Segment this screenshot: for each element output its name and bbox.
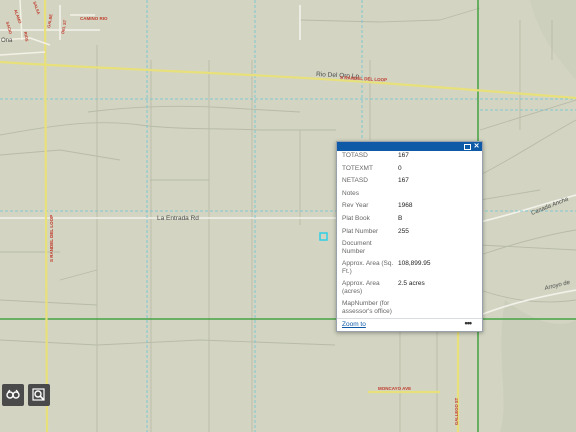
road-label-moncayo: MONCAYO AVE [378,386,411,391]
major-roads [0,0,576,432]
popup-header: ✕ [337,142,482,151]
basemap-gallery-icon [6,389,20,399]
street-label: ALAMO [13,9,23,24]
attribute-row: Approx. Area (Sq. Ft.) 108,899.95 [342,260,477,275]
attribute-row: Approx. Area (acres) 2.5 acres [342,280,477,295]
attribute-row: Plat Book B [342,215,477,222]
selected-parcel-marker[interactable] [319,232,328,241]
more-actions-icon[interactable]: ••• [465,318,473,328]
field-name: Notes [342,189,359,197]
attribute-row: Rev Year 1968 [342,202,477,209]
parcel-popup: ✕ TOTASD 167 TOTEXMT 0 NETASD 167 Notes … [336,141,483,332]
attribute-row: NETASD 167 [342,177,477,184]
terrain-shading [530,0,576,80]
road-label-arroyo: Arroyo de [543,280,571,293]
field-value: 255 [398,227,409,235]
close-icon[interactable]: ✕ [473,143,480,150]
field-value: 0 [398,164,402,172]
field-value [398,300,477,315]
road-label-la-entrada: La Entrada Rd [157,215,199,222]
street-label: SACIO [5,21,13,35]
field-value: 108,899.95 [398,260,431,268]
attribute-row: MapNumber (for assessor's office) [342,300,477,315]
place-label-ona: Ona [1,38,13,44]
street-label: RIOS [23,31,30,42]
field-value: B [398,214,403,222]
zoom-to-link[interactable]: Zoom to [342,321,366,328]
grid-lines-cyan [0,0,576,432]
field-name: Approx. Area (Sq. Ft.) [342,260,394,275]
field-name: MapNumber (for assessor's office) [342,300,392,315]
zoom-search-button[interactable] [28,384,50,406]
map-view[interactable]: Rio Del Oro Lp S RANDEL DEL LOOP La Entr… [0,0,576,432]
field-name: TOTEXMT [342,164,373,172]
attribute-row: Document Number [342,240,477,255]
field-value [398,190,477,197]
zoom-search-icon [32,388,45,401]
popup-footer: Zoom to ••• [337,318,482,331]
attribute-row: Plat Number 255 [342,228,477,235]
field-name: Rev Year [342,202,369,210]
field-value: 167 [398,177,409,185]
field-name: TOTASD [342,152,368,159]
boundary-lines-green [0,0,576,432]
field-value: 2.5 acres [398,280,425,288]
field-name: Plat Number [342,227,379,235]
field-value: 1968 [398,202,413,210]
road-label-camino-rio: CAMINO RIO [80,16,108,21]
popup-attributes: TOTASD 167 TOTEXMT 0 NETASD 167 Notes Re… [337,151,482,315]
field-name: Document Number [342,240,372,255]
attribute-row: TOTASD 167 [342,152,477,159]
field-value: 167 [398,152,409,159]
street-label: GALBE [46,13,53,28]
attribute-row: Notes [342,190,477,197]
field-name: Plat Book [342,214,370,222]
maximize-icon[interactable] [464,143,471,150]
field-name: NETASD [342,177,368,185]
basemap-gallery-button[interactable] [2,384,24,406]
street-label: SALSA [32,1,41,16]
road-label-vertical-left: S RANDEL DEL LOOP [49,215,54,262]
local-roads [0,5,576,316]
street-label: DEL ST [60,19,67,34]
field-value [398,240,477,255]
attribute-row: TOTEXMT 0 [342,165,477,172]
road-label-gallego: GALLEGO ST [454,397,459,425]
terrain-shading [500,300,576,432]
field-name: Approx. Area (acres) [342,280,380,295]
